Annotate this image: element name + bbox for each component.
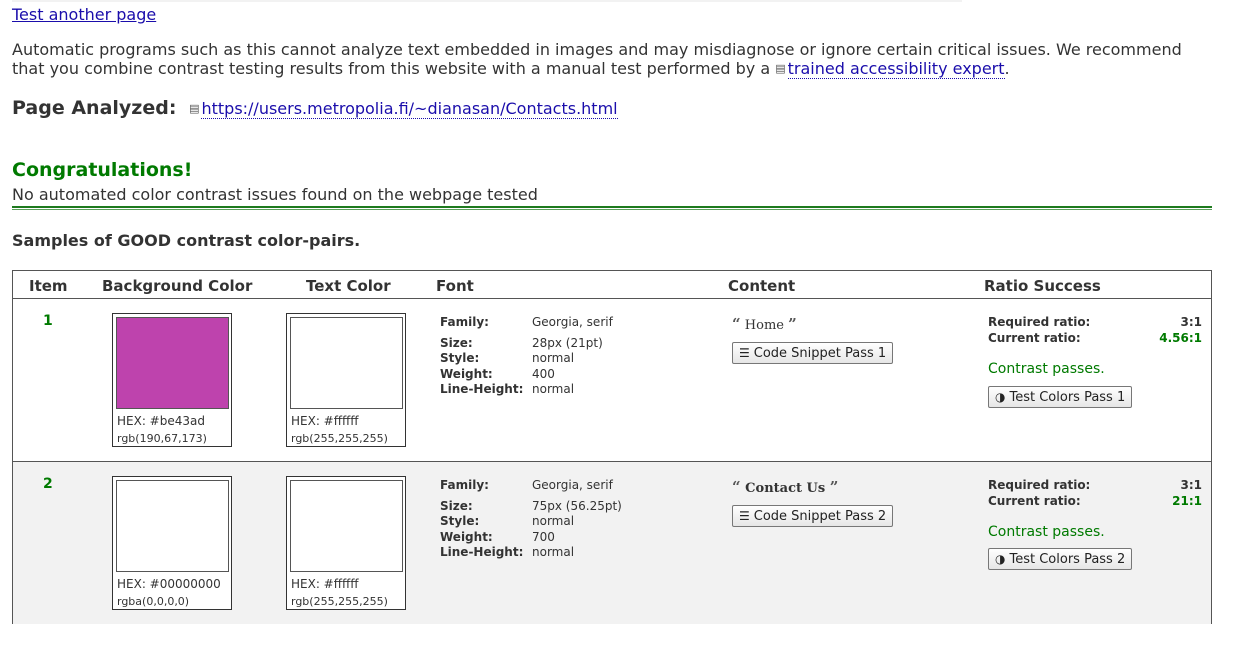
- table-row: 2 HEX: #00000000 rgba(0,0,0,0) HEX: #fff…: [13, 462, 1211, 624]
- current-ratio-label: Current ratio:: [988, 331, 1081, 345]
- current-ratio-label: Current ratio:: [988, 494, 1081, 508]
- font-style-value: normal: [532, 351, 575, 365]
- disclaimer-end: .: [1004, 59, 1010, 78]
- code-snippet-button[interactable]: ☰ Code Snippet Pass 1: [732, 342, 894, 364]
- required-ratio-label: Required ratio:: [988, 315, 1091, 329]
- code-snippet-button[interactable]: ☰ Code Snippet Pass 2: [732, 505, 894, 527]
- text-color-sample: HEX: #ffffff rgb(255,255,255): [286, 313, 406, 447]
- code-snippet-label: Code Snippet Pass 2: [753, 509, 887, 524]
- content-text: Contact Us: [745, 481, 826, 496]
- header-font: Font: [436, 277, 474, 295]
- header-text-color: Text Color: [306, 277, 391, 295]
- item-number: 1: [43, 313, 53, 329]
- test-another-page-link[interactable]: Test another page: [12, 5, 156, 24]
- close-quote-icon: ”: [788, 315, 797, 333]
- background-hex: HEX: #be43ad: [117, 414, 205, 428]
- text-color-sample: HEX: #ffffff rgb(255,255,255): [286, 476, 406, 610]
- text-swatch: [290, 480, 403, 572]
- content-sample: “ Home ”: [732, 315, 797, 333]
- background-swatch: [116, 317, 229, 409]
- contrast-status: Contrast passes.: [988, 524, 1105, 540]
- open-quote-icon: “: [732, 315, 741, 333]
- font-weight-label: Weight:: [440, 530, 493, 544]
- test-colors-button[interactable]: ◑ Test Colors Pass 1: [988, 386, 1133, 408]
- contrast-icon: ◑: [995, 390, 1006, 404]
- background-color-sample: HEX: #00000000 rgba(0,0,0,0): [112, 476, 232, 610]
- font-size-label: Size:: [440, 499, 473, 513]
- test-colors-button[interactable]: ◑ Test Colors Pass 2: [988, 548, 1133, 570]
- font-family-label: Family:: [440, 315, 489, 329]
- result-divider-thin: [12, 209, 1212, 210]
- required-ratio-value: 3:1: [1180, 478, 1203, 492]
- text-hex: HEX: #ffffff: [291, 414, 359, 428]
- accessibility-expert-link[interactable]: trained accessibility expert: [787, 59, 1005, 79]
- lines-icon: ☰: [739, 509, 750, 523]
- table-row: 1 HEX: #be43ad rgb(190,67,173) HEX: #fff…: [13, 299, 1211, 462]
- font-style-label: Style:: [440, 351, 480, 365]
- disclaimer: Automatic programs such as this cannot a…: [12, 40, 1212, 79]
- text-rgb: rgb(255,255,255): [291, 595, 388, 608]
- line-height-value: normal: [532, 382, 575, 396]
- test-colors-label: Test Colors Pass 1: [1009, 390, 1126, 405]
- contrast-status: Contrast passes.: [988, 361, 1105, 377]
- font-weight-label: Weight:: [440, 367, 493, 381]
- header-ratio-success: Ratio Success: [984, 277, 1101, 295]
- font-style-label: Style:: [440, 514, 480, 528]
- content-text: Home: [744, 318, 784, 333]
- font-size-value: 28px (21pt): [532, 336, 603, 350]
- header-content: Content: [728, 277, 796, 295]
- item-number: 2: [43, 476, 53, 492]
- lines-icon: ☰: [739, 346, 750, 360]
- line-height-label: Line-Height:: [440, 545, 524, 559]
- content-sample: “ Contact Us ”: [732, 478, 838, 496]
- line-height-value: normal: [532, 545, 575, 559]
- current-ratio-value: 21:1: [1172, 494, 1202, 508]
- background-hex: HEX: #00000000: [117, 577, 221, 591]
- line-height-label: Line-Height:: [440, 382, 524, 396]
- required-ratio-label: Required ratio:: [988, 478, 1091, 492]
- page-analyzed: Page Analyzed: ▤ https://users.metropolia…: [12, 97, 618, 119]
- result-message: No automated color contrast issues found…: [12, 185, 538, 204]
- top-divider: [12, 0, 962, 2]
- font-family-value: Georgia, serif: [532, 478, 613, 492]
- font-family-value: Georgia, serif: [532, 315, 613, 329]
- code-snippet-label: Code Snippet Pass 1: [753, 346, 887, 361]
- result-divider: [12, 206, 1212, 208]
- background-color-sample: HEX: #be43ad rgb(190,67,173): [112, 313, 232, 447]
- background-swatch: [116, 480, 229, 572]
- font-size-label: Size:: [440, 336, 473, 350]
- font-style-value: normal: [532, 514, 575, 528]
- results-table: Item Background Color Text Color Font Co…: [12, 270, 1212, 624]
- text-swatch: [290, 317, 403, 409]
- test-colors-label: Test Colors Pass 2: [1009, 552, 1126, 567]
- header-item: Item: [29, 277, 68, 295]
- font-weight-value: 400: [532, 367, 555, 381]
- contrast-icon: ◑: [995, 552, 1006, 566]
- font-size-value: 75px (56.25pt): [532, 499, 622, 513]
- font-weight-value: 700: [532, 530, 555, 544]
- external-link-icon: ▤: [775, 62, 786, 75]
- table-header: Item Background Color Text Color Font Co…: [13, 271, 1211, 299]
- analyzed-url-link[interactable]: https://users.metropolia.fi/~dianasan/Co…: [201, 99, 618, 119]
- page-analyzed-label: Page Analyzed:: [12, 97, 177, 119]
- result-title: Congratulations!: [12, 159, 193, 181]
- background-rgb: rgb(190,67,173): [117, 432, 207, 445]
- text-hex: HEX: #ffffff: [291, 577, 359, 591]
- samples-heading: Samples of GOOD contrast color-pairs.: [12, 231, 361, 250]
- open-quote-icon: “: [732, 478, 741, 496]
- header-background-color: Background Color: [102, 277, 253, 295]
- text-rgb: rgb(255,255,255): [291, 432, 388, 445]
- external-link-icon: ▤: [189, 102, 200, 115]
- background-rgb: rgba(0,0,0,0): [117, 595, 190, 608]
- close-quote-icon: ”: [829, 478, 839, 496]
- font-family-label: Family:: [440, 478, 489, 492]
- required-ratio-value: 3:1: [1180, 315, 1203, 329]
- current-ratio-value: 4.56:1: [1159, 331, 1202, 345]
